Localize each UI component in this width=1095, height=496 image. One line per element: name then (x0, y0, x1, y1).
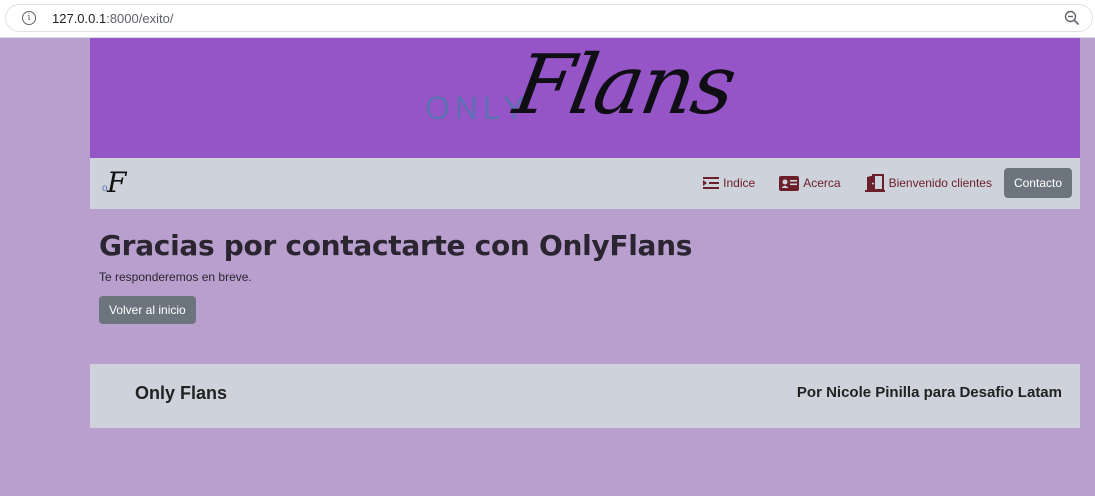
url-omnibox[interactable]: i 127.0.0.1:8000/exito/ (5, 4, 1093, 32)
header-banner: ONLY Flans (90, 38, 1080, 158)
url-text[interactable]: 127.0.0.1:8000/exito/ (52, 11, 173, 26)
list-indent-icon (703, 177, 720, 189)
volver-inicio-button[interactable]: Volver al inicio (99, 296, 196, 324)
zoom-out-icon[interactable] (1064, 10, 1080, 26)
door-open-icon (864, 174, 885, 192)
brand-logo[interactable]: o F (100, 166, 132, 200)
url-path: :8000/exito/ (106, 11, 174, 26)
brand-f: F (107, 166, 127, 199)
confirmation-message: Te responderemos en breve. (99, 270, 252, 284)
footer: Only Flans Por Nicole Pinilla para Desaf… (90, 364, 1080, 428)
footer-credit: Por Nicole Pinilla para Desafio Latam (796, 384, 1062, 401)
logo-flans-text: Flans (507, 38, 742, 133)
navbar: o F Indice Acerca Bienvenido clientes Co… (90, 158, 1080, 209)
page-container: ONLY Flans o F Indice Acerca Bienvenido … (90, 38, 1080, 428)
nav-link-bienvenido[interactable]: Bienvenido clientes (864, 164, 992, 202)
nav-link-acerca-label: Acerca (803, 176, 841, 190)
browser-address-bar: i 127.0.0.1:8000/exito/ (0, 0, 1095, 38)
page-title: Gracias por contactarte con OnlyFlans (99, 229, 693, 262)
main-content: Gracias por contactarte con OnlyFlans Te… (90, 209, 1080, 364)
contacto-button[interactable]: Contacto (1003, 168, 1072, 198)
nav-link-indice-label: Indice (723, 176, 756, 190)
nav-links: Indice Acerca Bienvenido clientes Contac… (679, 164, 1072, 202)
info-icon[interactable]: i (22, 11, 36, 25)
id-card-icon (779, 175, 800, 191)
nav-link-indice[interactable]: Indice (703, 164, 755, 202)
url-host: 127.0.0.1 (52, 11, 107, 26)
nav-link-acerca[interactable]: Acerca (779, 164, 841, 202)
nav-link-bienvenido-label: Bienvenido clientes (888, 176, 992, 190)
footer-site-name: Only Flans (135, 383, 228, 403)
